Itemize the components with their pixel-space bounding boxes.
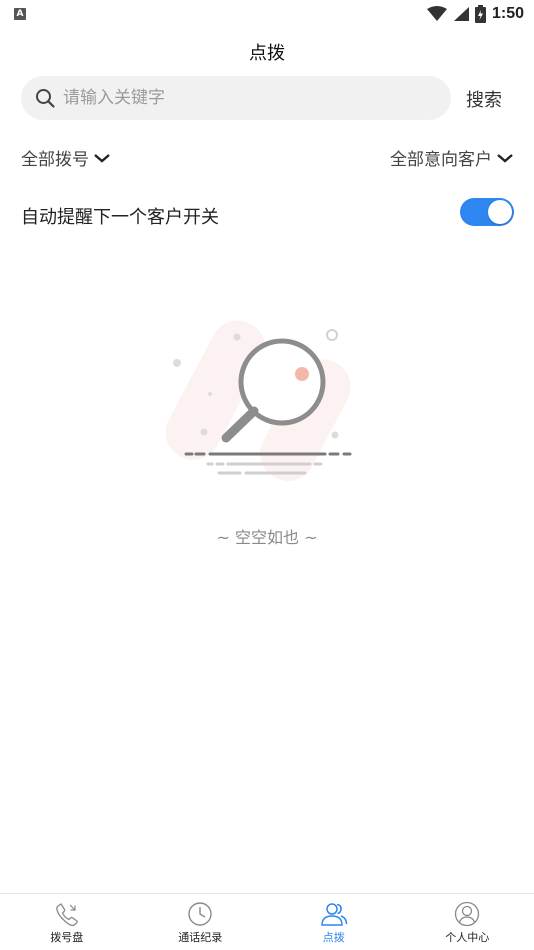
battery-icon bbox=[474, 5, 486, 23]
status-time: 1:50 bbox=[491, 5, 524, 22]
dial-filter-dropdown[interactable]: 全部拨号 bbox=[21, 145, 111, 170]
intent-filter-dropdown[interactable]: 全部意向客户 bbox=[390, 145, 514, 170]
auto-remind-toggle[interactable] bbox=[460, 198, 514, 226]
intent-filter-label: 全部意向客户 bbox=[390, 150, 492, 170]
clock-icon bbox=[188, 902, 212, 926]
search-button[interactable]: 搜索 bbox=[466, 86, 502, 112]
search-box[interactable] bbox=[21, 76, 451, 120]
signal-icon bbox=[453, 7, 469, 21]
users-icon bbox=[320, 903, 347, 926]
tab-label: 点拨 bbox=[322, 931, 345, 944]
toggle-knob bbox=[488, 200, 512, 224]
tab-label: 个人中心 bbox=[445, 931, 490, 944]
empty-state-text: ~ 空空如也 ~ bbox=[216, 528, 318, 547]
tab-label: 拨号盘 bbox=[50, 931, 84, 944]
auto-remind-label: 自动提醒下一个客户开关 bbox=[21, 207, 219, 228]
status-icons: 1:50 bbox=[426, 4, 524, 24]
status-bar: A 1:50 bbox=[0, 0, 534, 28]
user-icon bbox=[455, 901, 480, 927]
dial-filter-label: 全部拨号 bbox=[21, 150, 89, 170]
empty-search-illustration bbox=[165, 320, 352, 482]
notification-a-icon: A bbox=[14, 8, 26, 20]
phone-icon bbox=[55, 903, 78, 927]
chevron-down-icon bbox=[497, 153, 513, 163]
tab-call-history[interactable]: 通话纪录 bbox=[134, 894, 268, 950]
bottom-tab-bar: 拨号盘 通话纪录 点拨 个人中心 bbox=[0, 893, 534, 950]
tab-dianbo[interactable]: 点拨 bbox=[267, 894, 401, 950]
wifi-icon bbox=[426, 6, 447, 21]
tab-label: 通话纪录 bbox=[178, 931, 223, 944]
tab-dialpad[interactable]: 拨号盘 bbox=[0, 894, 134, 950]
search-input[interactable] bbox=[63, 88, 423, 108]
page-title: 点拨 bbox=[249, 43, 285, 64]
chevron-down-icon bbox=[94, 153, 110, 163]
search-icon bbox=[36, 89, 55, 108]
tab-profile[interactable]: 个人中心 bbox=[401, 894, 534, 950]
